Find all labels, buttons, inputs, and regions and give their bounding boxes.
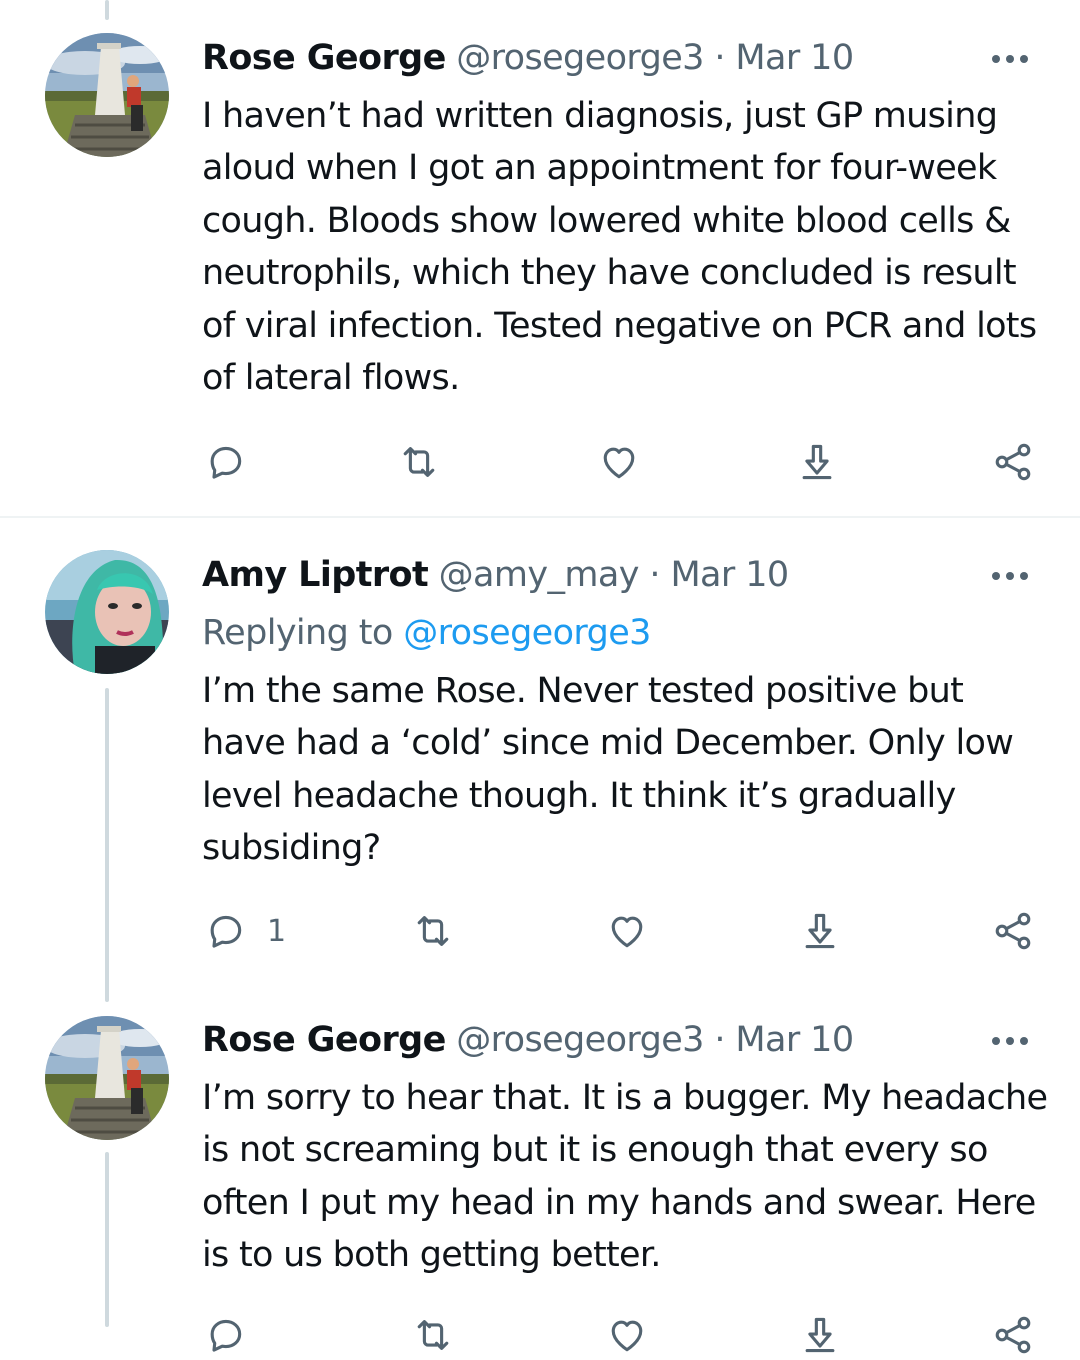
more-icon[interactable] <box>986 1026 1034 1056</box>
reply-count: 1 <box>267 913 287 949</box>
export-button[interactable] <box>798 1310 842 1360</box>
export-icon <box>802 444 832 480</box>
export-icon <box>805 913 835 949</box>
heart-icon <box>603 447 635 479</box>
heart-icon <box>611 916 643 948</box>
author-name[interactable]: Amy Liptrot <box>202 555 429 595</box>
avatar-photo-portrait <box>45 550 169 674</box>
tweet-date[interactable]: Mar 10 <box>735 1020 854 1060</box>
avatar[interactable] <box>45 33 169 157</box>
like-button[interactable] <box>605 1310 649 1360</box>
export-button[interactable] <box>798 906 842 956</box>
reply-button[interactable]: 1 <box>203 906 286 956</box>
like-button[interactable] <box>597 437 641 487</box>
retweet-icon <box>417 916 449 946</box>
thread-line-bottom <box>105 1152 109 1327</box>
retweet-button[interactable] <box>411 906 455 956</box>
replying-to-handle[interactable]: @rosegeorge3 <box>403 613 651 653</box>
heart-icon <box>611 1320 643 1352</box>
tweet-text: I’m sorry to hear that. It is a bugger. … <box>202 1078 1048 1276</box>
replying-to: Replying to @rosegeorge3 <box>202 611 651 655</box>
tweet-header: Amy Liptrot @amy_may · Mar 10 <box>202 553 970 597</box>
thread-line-top <box>105 0 109 20</box>
reply-icon <box>210 1319 242 1352</box>
tweet-actions <box>0 1310 1080 1360</box>
avatar[interactable] <box>45 1016 169 1140</box>
reply-icon <box>210 915 242 948</box>
export-button[interactable] <box>795 437 839 487</box>
share-icon <box>995 1316 1031 1354</box>
separator-dot: · <box>714 38 725 78</box>
tweet-actions: 1 <box>0 906 1080 956</box>
avatar-photo-cairn <box>45 33 169 157</box>
retweet-icon <box>417 1320 449 1350</box>
tweet-text: I’m the same Rose. Never tested positive… <box>202 671 1014 869</box>
separator-dot: · <box>714 1020 725 1060</box>
share-icon <box>995 443 1031 481</box>
author-handle[interactable]: @amy_may <box>439 555 640 595</box>
more-icon[interactable] <box>986 561 1034 591</box>
author-handle[interactable]: @rosegeorge3 <box>456 1020 704 1060</box>
avatar[interactable] <box>45 550 169 674</box>
reply-icon <box>210 446 242 479</box>
tweet-date[interactable]: Mar 10 <box>735 38 854 78</box>
author-name[interactable]: Rose George <box>202 1020 446 1060</box>
like-button[interactable] <box>605 906 649 956</box>
replying-prefix: Replying to <box>202 613 393 653</box>
share-button[interactable] <box>991 1310 1035 1360</box>
author-handle[interactable]: @rosegeorge3 <box>456 38 704 78</box>
avatar-photo-cairn <box>45 1016 169 1140</box>
author-name[interactable]: Rose George <box>202 38 446 78</box>
reply-button[interactable] <box>203 437 247 487</box>
tweet-header: Rose George @rosegeorge3 · Mar 10 <box>202 1018 970 1062</box>
tweet-header: Rose George @rosegeorge3 · Mar 10 <box>202 36 970 80</box>
tweet-text: I haven’t had written diagnosis, just GP… <box>202 96 1037 399</box>
retweet-button[interactable] <box>411 1310 455 1360</box>
share-button[interactable] <box>991 437 1035 487</box>
tweet-actions <box>0 437 1080 487</box>
share-icon <box>995 912 1031 950</box>
reply-button[interactable] <box>203 1310 247 1360</box>
separator-dot: · <box>649 555 660 595</box>
retweet-button[interactable] <box>397 437 441 487</box>
share-button[interactable] <box>991 906 1035 956</box>
retweet-icon <box>403 447 435 477</box>
tweet-date[interactable]: Mar 10 <box>670 555 789 595</box>
export-icon <box>805 1317 835 1353</box>
tweet-divider <box>0 516 1080 518</box>
more-icon[interactable] <box>986 44 1034 74</box>
